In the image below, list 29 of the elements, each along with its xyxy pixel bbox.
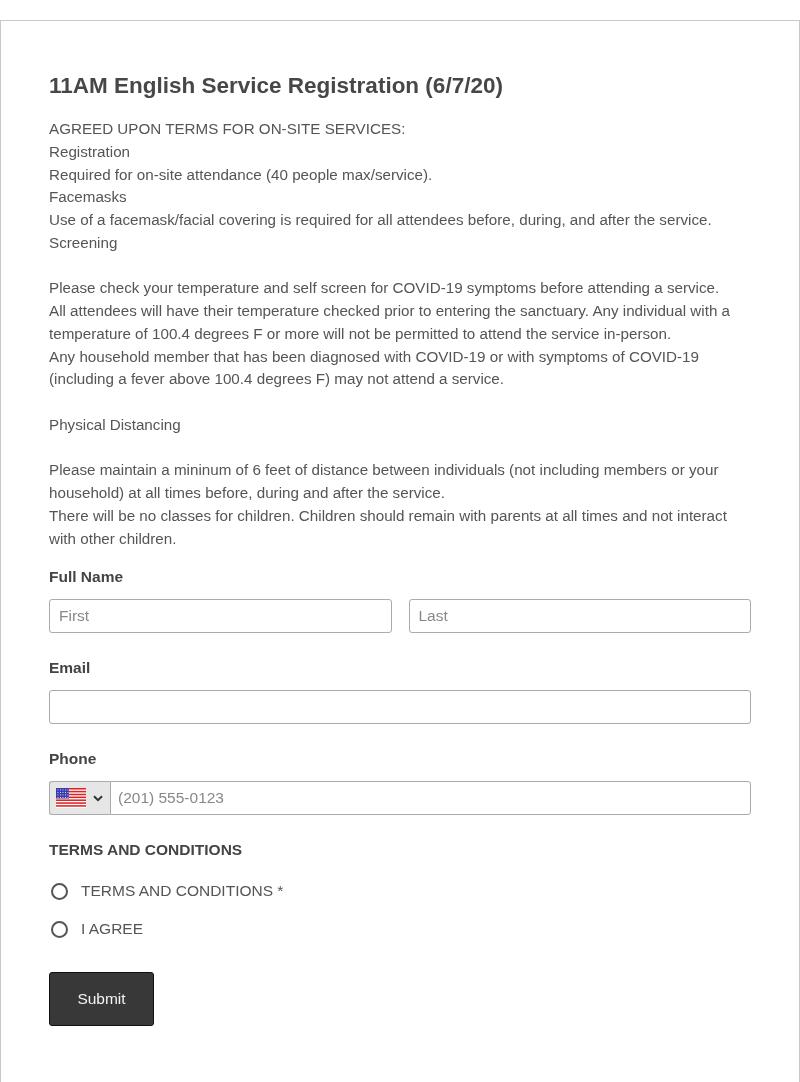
notice-text: Please maintain a mininum of 6 feet of distance between individuals (not including members or your household) at all times before, during and after the service. xyxy=(49,460,720,503)
notice-text: There will be no classes for children. Children should remain with parents at all times and not interact with other children. xyxy=(49,505,728,549)
field-label: Phone xyxy=(49,749,98,770)
radio-button[interactable] xyxy=(51,920,68,938)
option-label[interactable]: I AGREE xyxy=(81,919,144,940)
notice-text: Any household member that has been diagnosed with COVID-19 or with symptoms of COVID-19 (including a fever above 100.4 degrees F) may not attend a service. xyxy=(49,346,700,390)
notice-text: AGREED UPON TERMS FOR ON-SITE SERVICES: xyxy=(49,119,407,139)
notice-text: Please check your temperature and self screen for COVID-19 symptoms before attending a service. xyxy=(49,278,721,299)
notice-text: Facemasks xyxy=(49,187,128,208)
phone-input[interactable]: (201) 555-0123 xyxy=(110,781,751,816)
notice-text: All attendees will have their temperature checked prior to entering the sanctuary. Any individual with a temperature of 100.4 degrees F or more will not be permitted to attend the service in-person. xyxy=(49,301,731,344)
first-name-input[interactable]: First xyxy=(49,599,392,634)
field-label: Email xyxy=(49,658,92,679)
last-name-input[interactable]: Last xyxy=(408,599,751,634)
notice-text: Physical Distancing xyxy=(49,414,182,435)
caret-icon xyxy=(93,794,103,802)
flag-icon xyxy=(56,788,86,809)
notice-text: Use of a facemask/facial covering is required for all attendees before, during, and after the service. xyxy=(49,210,713,230)
section-heading: TERMS AND CONDITIONS xyxy=(49,840,244,861)
notice-text: Required for on-site attendance (40 people max/service). xyxy=(49,164,434,185)
form-title: 11AM English Service Registration (6/7/20) xyxy=(49,72,504,100)
notice-text: Screening xyxy=(49,232,119,253)
country-select[interactable] xyxy=(49,781,110,816)
email-input[interactable] xyxy=(49,690,751,725)
notice-text: Registration xyxy=(49,141,132,162)
submit-button[interactable]: Submit xyxy=(49,972,154,1027)
option-label[interactable]: TERMS AND CONDITIONS * xyxy=(81,881,284,902)
field-label: Full Name xyxy=(49,567,125,588)
radio-button[interactable] xyxy=(51,882,68,900)
